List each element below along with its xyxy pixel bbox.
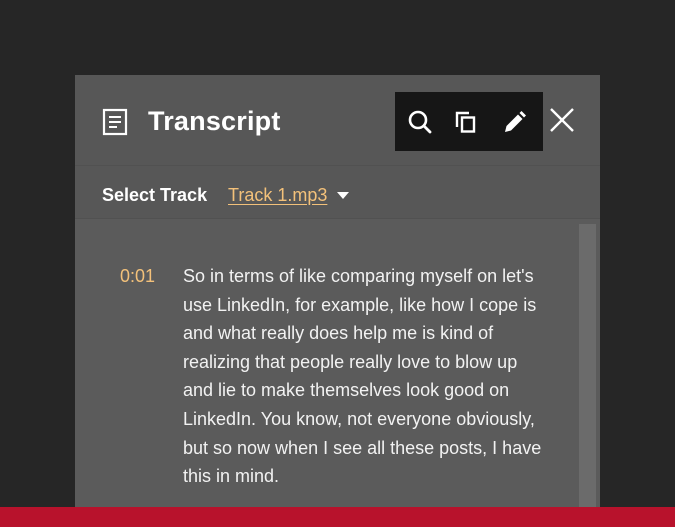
scrollbar[interactable] — [579, 224, 596, 527]
search-icon — [408, 110, 432, 134]
panel-header: Transcript — [75, 75, 600, 165]
transcript-panel: Transcript Select Track Track 1.mp3 0:01… — [75, 75, 600, 527]
page-title: Transcript — [148, 106, 281, 136]
transcript-timestamp[interactable]: 0:01 — [120, 262, 155, 291]
document-icon — [102, 108, 128, 136]
caret-down-icon[interactable] — [337, 191, 350, 199]
copy-icon — [455, 111, 476, 133]
select-track-label: Select Track — [102, 185, 208, 205]
track-selector-row: Select Track Track 1.mp3 — [75, 165, 600, 219]
track-dropdown[interactable]: Track 1.mp3 — [228, 184, 350, 206]
edit-icon — [505, 111, 526, 132]
copy-button[interactable] — [448, 104, 484, 140]
selected-track[interactable]: Track 1.mp3 — [228, 184, 327, 206]
close-icon — [550, 108, 574, 132]
transcript-text: So in terms of like comparing myself on … — [183, 266, 542, 487]
transcript-toolbar — [395, 92, 543, 151]
edit-button[interactable] — [497, 104, 533, 140]
search-button[interactable] — [402, 104, 438, 140]
close-button[interactable] — [545, 103, 579, 137]
transcript-content: 0:01 So in terms of like comparing mysel… — [75, 219, 580, 527]
bottom-bar — [0, 507, 675, 527]
